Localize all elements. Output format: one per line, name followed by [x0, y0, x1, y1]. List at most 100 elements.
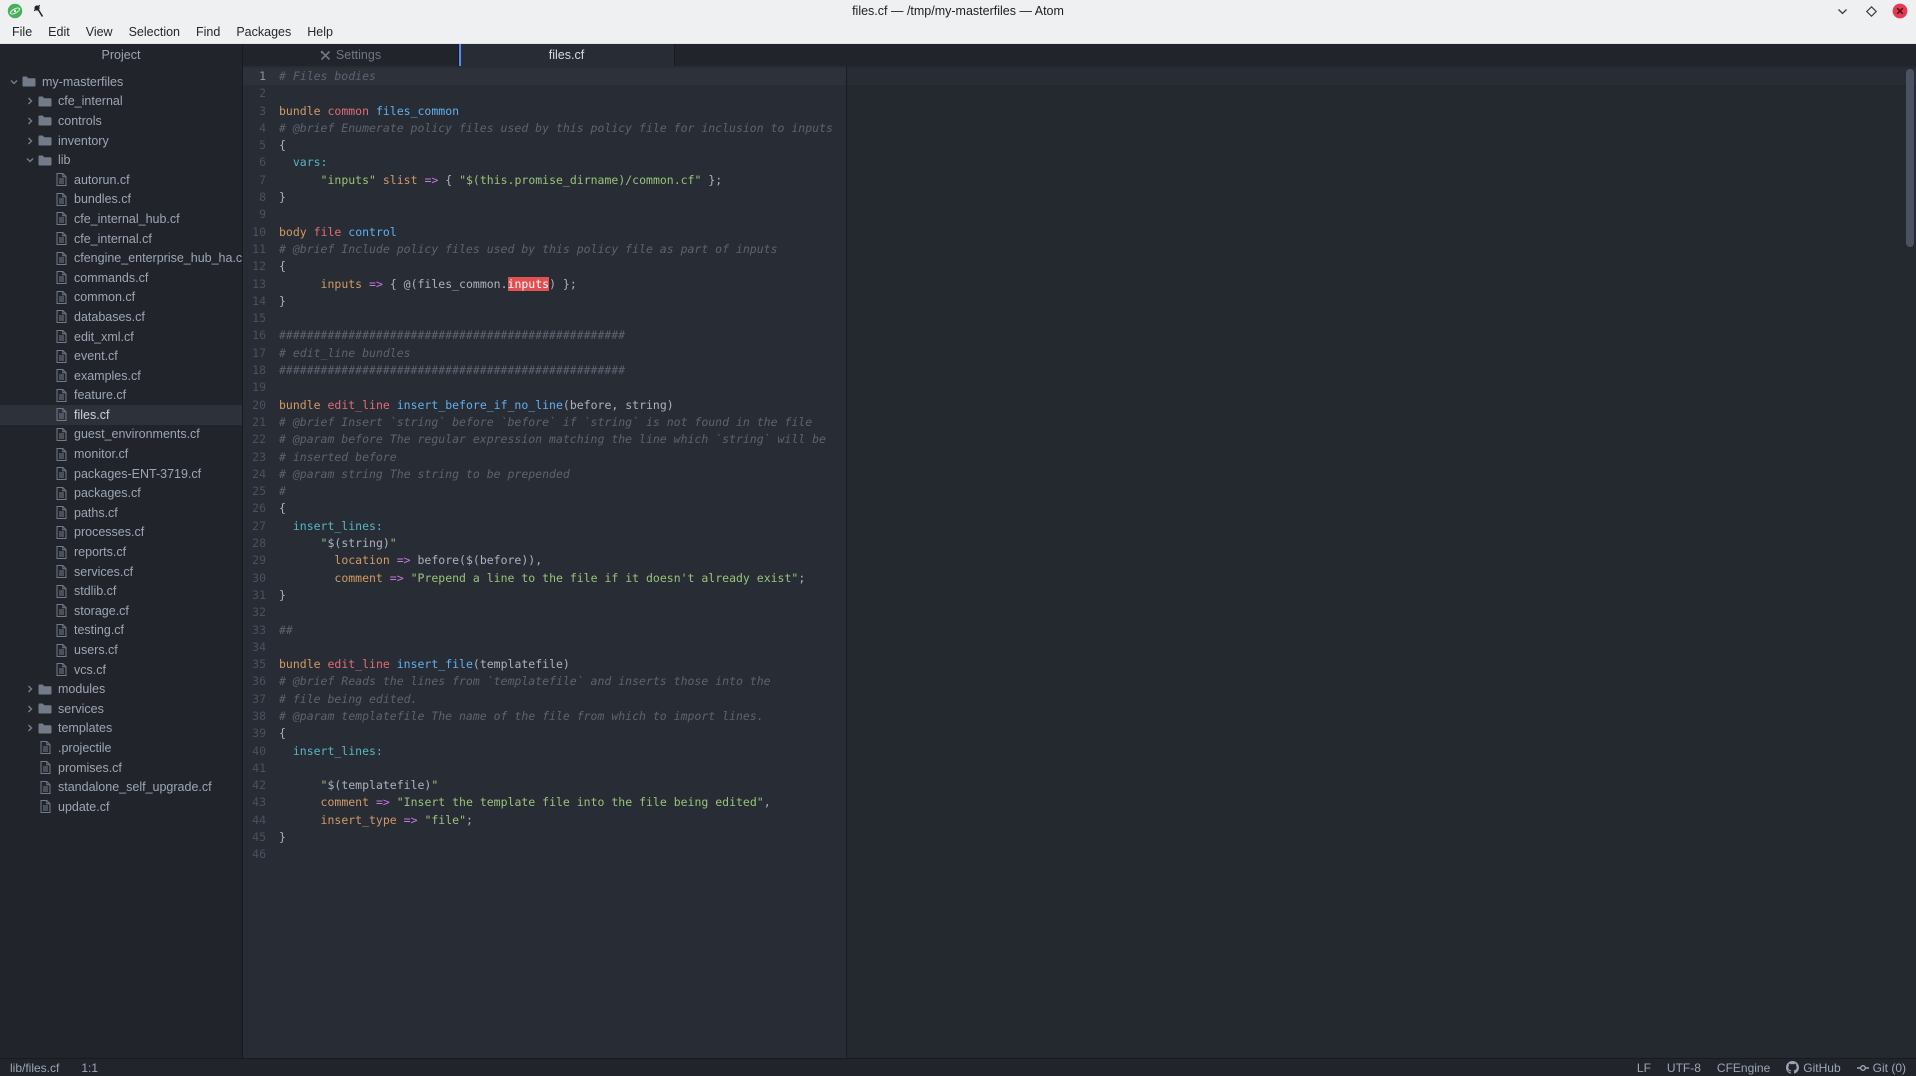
code-line-37[interactable]: 37# file being edited.: [243, 691, 1916, 708]
code-line-19[interactable]: 19: [243, 379, 1916, 396]
status-grammar[interactable]: CFEngine: [1717, 1061, 1770, 1075]
tree-item-stdlib-cf[interactable]: stdlib.cf: [0, 581, 242, 601]
tree-item-packages-ent-3719-cf[interactable]: packages-ENT-3719.cf: [0, 464, 242, 484]
code-line-13[interactable]: 13 inputs => { @(files_common.inputs) };: [243, 276, 1916, 293]
code-line-40[interactable]: 40 insert_lines:: [243, 743, 1916, 760]
tree-item-examples-cf[interactable]: examples.cf: [0, 366, 242, 386]
code-line-9[interactable]: 9: [243, 206, 1916, 223]
tree-item-packages-cf[interactable]: packages.cf: [0, 483, 242, 503]
minimize-button[interactable]: [1834, 3, 1850, 19]
tree-item-cfe-internal-cf[interactable]: cfe_internal.cf: [0, 229, 242, 249]
code-line-27[interactable]: 27 insert_lines:: [243, 518, 1916, 535]
tree-item-vcs-cf[interactable]: vcs.cf: [0, 660, 242, 680]
code-line-28[interactable]: 28 "$(string)": [243, 535, 1916, 552]
code-line-24[interactable]: 24# @param string The string to be prepe…: [243, 466, 1916, 483]
code-line-38[interactable]: 38# @param templatefile The name of the …: [243, 708, 1916, 725]
tree-item-commands-cf[interactable]: commands.cf: [0, 268, 242, 288]
status-github[interactable]: GitHub: [1786, 1061, 1840, 1075]
tree-item-processes-cf[interactable]: processes.cf: [0, 523, 242, 543]
code-line-46[interactable]: 46: [243, 846, 1916, 863]
code-line-21[interactable]: 21# @brief Insert `string` before `befor…: [243, 414, 1916, 431]
code-line-30[interactable]: 30 comment => "Prepend a line to the fil…: [243, 570, 1916, 587]
tree-item-files-cf[interactable]: files.cf: [0, 405, 242, 425]
menu-file[interactable]: File: [4, 22, 40, 43]
menu-find[interactable]: Find: [188, 22, 228, 43]
tree-item-feature-cf[interactable]: feature.cf: [0, 386, 242, 406]
code-line-12[interactable]: 12{: [243, 258, 1916, 275]
menu-view[interactable]: View: [78, 22, 121, 43]
status-cursor-position[interactable]: 1:1: [81, 1061, 98, 1075]
close-button[interactable]: [1892, 3, 1908, 19]
code-line-43[interactable]: 43 comment => "Insert the template file …: [243, 794, 1916, 811]
status-git[interactable]: Git (0): [1857, 1061, 1906, 1075]
tree-item-cfe-internal[interactable]: cfe_internal: [0, 92, 242, 112]
tree-item-storage-cf[interactable]: storage.cf: [0, 601, 242, 621]
tree-item-edit-xml-cf[interactable]: edit_xml.cf: [0, 327, 242, 347]
tree-item-modules[interactable]: modules: [0, 679, 242, 699]
tree-item-bundles-cf[interactable]: bundles.cf: [0, 190, 242, 210]
maximize-button[interactable]: [1863, 3, 1879, 19]
editor-scrollbar-thumb[interactable]: [1906, 69, 1914, 247]
code-line-36[interactable]: 36# @brief Reads the lines from `templat…: [243, 673, 1916, 690]
code-line-5[interactable]: 5{: [243, 137, 1916, 154]
tree-item-inventory[interactable]: inventory: [0, 131, 242, 151]
tree-item-monitor-cf[interactable]: monitor.cf: [0, 444, 242, 464]
tree-item--projectile[interactable]: .projectile: [0, 738, 242, 758]
code-line-3[interactable]: 3bundle common files_common: [243, 103, 1916, 120]
code-line-35[interactable]: 35bundle edit_line insert_file(templatef…: [243, 656, 1916, 673]
status-line-ending[interactable]: LF: [1637, 1061, 1651, 1075]
code-line-1[interactable]: 1# Files bodies: [243, 68, 1916, 85]
code-line-26[interactable]: 26{: [243, 500, 1916, 517]
code-line-25[interactable]: 25#: [243, 483, 1916, 500]
code-line-8[interactable]: 8}: [243, 189, 1916, 206]
tree-item-promises-cf[interactable]: promises.cf: [0, 758, 242, 778]
code-line-7[interactable]: 7 "inputs" slist => { "$(this.promise_di…: [243, 172, 1916, 189]
code-line-42[interactable]: 42 "$(templatefile)": [243, 777, 1916, 794]
menu-help[interactable]: Help: [299, 22, 341, 43]
tree-item-update-cf[interactable]: update.cf: [0, 797, 242, 817]
text-editor[interactable]: 1# Files bodies23bundle common files_com…: [243, 66, 1916, 1058]
tree-item-autorun-cf[interactable]: autorun.cf: [0, 170, 242, 190]
code-line-22[interactable]: 22# @param before The regular expression…: [243, 431, 1916, 448]
tree-item-templates[interactable]: templates: [0, 719, 242, 739]
tree-item-testing-cf[interactable]: testing.cf: [0, 621, 242, 641]
code-line-4[interactable]: 4# @brief Enumerate policy files used by…: [243, 120, 1916, 137]
tree-item-controls[interactable]: controls: [0, 111, 242, 131]
code-line-15[interactable]: 15: [243, 310, 1916, 327]
code-line-10[interactable]: 10body file control: [243, 224, 1916, 241]
tree-item-reports-cf[interactable]: reports.cf: [0, 542, 242, 562]
menu-packages[interactable]: Packages: [228, 22, 299, 43]
menu-selection[interactable]: Selection: [121, 22, 188, 43]
code-line-44[interactable]: 44 insert_type => "file";: [243, 812, 1916, 829]
code-line-20[interactable]: 20bundle edit_line insert_before_if_no_l…: [243, 397, 1916, 414]
tree-item-services-cf[interactable]: services.cf: [0, 562, 242, 582]
code-line-31[interactable]: 31}: [243, 587, 1916, 604]
tree-item-common-cf[interactable]: common.cf: [0, 288, 242, 308]
code-line-41[interactable]: 41: [243, 760, 1916, 777]
code-line-2[interactable]: 2: [243, 85, 1916, 102]
code-line-39[interactable]: 39{: [243, 725, 1916, 742]
tree-item-users-cf[interactable]: users.cf: [0, 640, 242, 660]
code-line-32[interactable]: 32: [243, 604, 1916, 621]
code-line-17[interactable]: 17# edit_line bundles: [243, 345, 1916, 362]
code-line-14[interactable]: 14}: [243, 293, 1916, 310]
tree-item-event-cf[interactable]: event.cf: [0, 346, 242, 366]
tree-item-cfe-internal-hub-cf[interactable]: cfe_internal_hub.cf: [0, 209, 242, 229]
pin-icon[interactable]: [32, 4, 45, 18]
tab-settings[interactable]: Settings: [243, 44, 459, 66]
tree-item-databases-cf[interactable]: databases.cf: [0, 307, 242, 327]
code-line-6[interactable]: 6 vars:: [243, 154, 1916, 171]
tree-item-my-masterfiles[interactable]: my-masterfiles: [0, 72, 242, 92]
status-encoding[interactable]: UTF-8: [1667, 1061, 1701, 1075]
tree-item-services[interactable]: services: [0, 699, 242, 719]
code-line-29[interactable]: 29 location => before($(before)),: [243, 552, 1916, 569]
code-line-33[interactable]: 33##: [243, 622, 1916, 639]
tree-item-paths-cf[interactable]: paths.cf: [0, 503, 242, 523]
code-line-23[interactable]: 23# inserted before: [243, 449, 1916, 466]
tab-files-cf[interactable]: files.cf: [459, 44, 675, 66]
code-line-11[interactable]: 11# @brief Include policy files used by …: [243, 241, 1916, 258]
tree-item-standalone-self-upgrade-cf[interactable]: standalone_self_upgrade.cf: [0, 777, 242, 797]
code-line-34[interactable]: 34: [243, 639, 1916, 656]
tree-item-lib[interactable]: lib: [0, 150, 242, 170]
menu-edit[interactable]: Edit: [40, 22, 78, 43]
